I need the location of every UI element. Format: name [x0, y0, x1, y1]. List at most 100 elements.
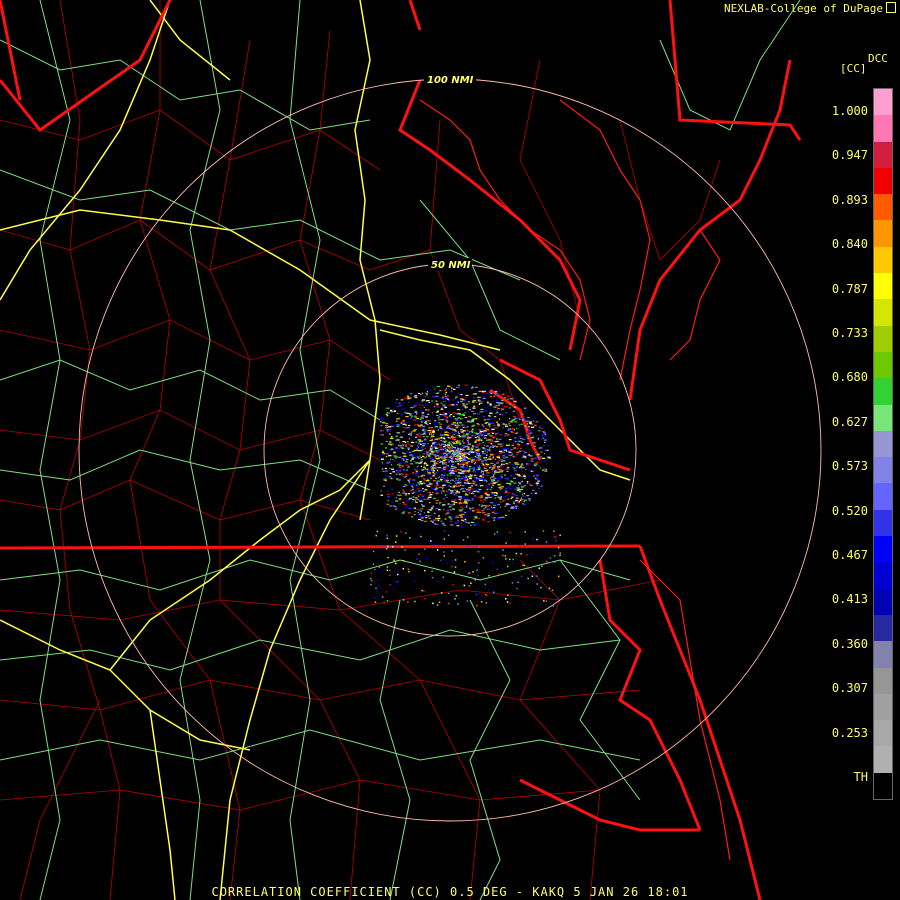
echo-speckle: [493, 453, 496, 455]
echo-speckle: [468, 487, 472, 489]
echo-speckle: [394, 437, 396, 439]
echo-speckle: [476, 511, 480, 513]
echo-speckle: [462, 444, 465, 446]
echo-speckle: [423, 548, 426, 550]
echo-speckle: [524, 457, 527, 459]
echo-speckle: [403, 476, 407, 478]
echo-speckle: [500, 482, 502, 484]
echo-speckle: [412, 454, 415, 456]
echo-speckle: [444, 419, 447, 421]
echo-speckle: [528, 499, 531, 501]
echo-speckle: [481, 504, 485, 507]
echo-speckle: [523, 499, 527, 501]
echo-speckle: [464, 464, 468, 466]
echo-speckle: [488, 455, 491, 458]
echo-speckle: [496, 462, 499, 464]
echo-speckle: [430, 520, 432, 522]
legend-tick-label: 0.253: [831, 725, 868, 740]
echo-speckle: [443, 555, 445, 557]
legend-tick-label: 0.573: [831, 459, 868, 474]
legend-tick-label: 0.307: [831, 681, 868, 696]
echo-speckle: [423, 464, 425, 466]
echo-speckle: [475, 439, 479, 441]
echo-speckle: [459, 525, 463, 527]
echo-speckle: [518, 450, 522, 452]
echo-speckle: [514, 463, 518, 465]
echo-speckle: [425, 436, 429, 438]
echo-speckle: [397, 464, 400, 466]
echo-speckle: [476, 453, 480, 455]
echo-speckle: [532, 415, 535, 417]
echo-speckle: [390, 437, 394, 439]
echo-speckle: [515, 500, 518, 502]
echo-speckle: [416, 456, 420, 458]
echo-speckle: [425, 480, 430, 482]
echo-speckle: [491, 512, 494, 514]
echo-speckle: [451, 500, 455, 503]
echo-speckle: [428, 515, 430, 517]
echo-speckle: [449, 449, 453, 451]
echo-speckle: [462, 464, 464, 467]
echo-speckle: [473, 518, 475, 520]
echo-speckle: [538, 488, 541, 490]
echo-speckle: [416, 471, 418, 473]
echo-speckle: [403, 480, 405, 482]
echo-speckle: [458, 442, 461, 444]
echo-speckle: [447, 443, 449, 445]
echo-speckle: [430, 479, 432, 481]
echo-speckle: [464, 411, 466, 413]
echo-speckle: [463, 442, 465, 444]
echo-speckle: [527, 475, 531, 477]
echo-speckle: [398, 445, 403, 447]
echo-speckle: [462, 405, 466, 407]
echo-speckle: [526, 433, 528, 435]
echo-speckle: [451, 445, 454, 447]
echo-speckle: [464, 487, 466, 490]
echo-speckle: [544, 470, 548, 472]
echo-speckle: [425, 400, 428, 402]
echo-speckle: [525, 469, 527, 471]
echo-speckle: [500, 498, 502, 500]
echo-speckle: [515, 552, 518, 555]
echo-speckle: [411, 516, 414, 518]
echo-speckle: [470, 410, 475, 412]
echo-speckle: [437, 443, 440, 445]
echo-speckle: [499, 475, 503, 477]
echo-speckle: [452, 415, 455, 417]
echo-speckle: [464, 384, 468, 386]
echo-speckle: [443, 414, 447, 416]
echo-speckle: [416, 448, 419, 450]
echo-speckle: [451, 465, 453, 467]
echo-speckle: [437, 450, 440, 452]
echo-speckle: [497, 532, 500, 535]
echo-speckle: [465, 482, 467, 484]
echo-speckle: [521, 413, 524, 415]
echo-speckle: [504, 474, 506, 476]
echo-speckle: [444, 467, 447, 469]
echo-speckle: [539, 456, 542, 458]
echo-speckle: [462, 449, 465, 451]
color-bar-swatch: [874, 115, 892, 142]
echo-speckle: [489, 405, 492, 407]
echo-speckle: [438, 475, 441, 477]
echo-speckle: [386, 537, 388, 540]
echo-speckle: [505, 477, 509, 479]
echo-speckle: [477, 468, 481, 471]
echo-speckle: [540, 586, 542, 589]
echo-speckle: [387, 500, 389, 502]
echo-speckle: [389, 441, 392, 443]
echo-speckle: [381, 451, 385, 454]
echo-speckle: [402, 485, 406, 487]
echo-speckle: [443, 484, 447, 486]
echo-speckle: [486, 418, 490, 421]
echo-speckle: [514, 421, 518, 423]
echo-speckle: [400, 446, 404, 448]
echo-speckle: [430, 507, 434, 509]
echo-speckle: [435, 472, 437, 474]
echo-speckle: [400, 595, 403, 597]
echo-speckle: [421, 404, 424, 407]
echo-speckle: [477, 466, 479, 468]
echo-speckle: [441, 406, 443, 408]
echo-speckle: [505, 558, 507, 560]
echo-speckle: [441, 443, 443, 445]
